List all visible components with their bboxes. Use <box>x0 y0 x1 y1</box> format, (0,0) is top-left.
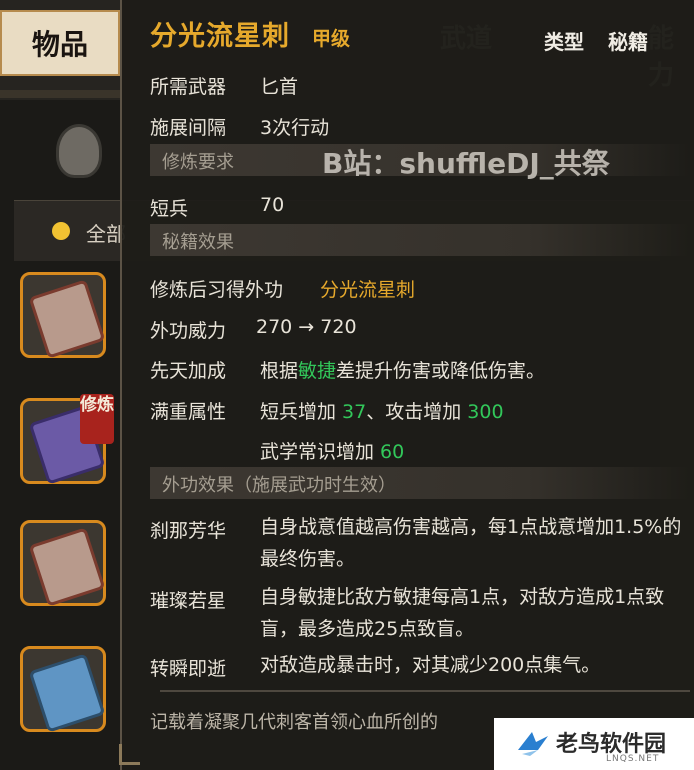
learn-value: 分光流星刺 <box>320 279 416 301</box>
full-line-1: 短兵增加 37、攻击增加 300 <box>260 397 504 424</box>
innate-text: 根据敏捷差提升伤害或降低伤害。 <box>260 356 545 383</box>
section-effects-label: 秘籍效果 <box>162 232 234 253</box>
effect-name: 刹那芳华 <box>150 520 227 542</box>
effect-name: 璀璨若星 <box>150 590 227 612</box>
learn-label: 修炼后习得外功 <box>150 279 284 301</box>
item-slot[interactable] <box>20 646 106 733</box>
tab-items[interactable]: 物品 <box>0 10 120 76</box>
section-effects: 秘籍效果 <box>150 224 690 256</box>
bag-icon <box>56 124 102 178</box>
weapon-label: 所需武器 <box>150 76 227 98</box>
req-value: 70 <box>260 194 285 216</box>
full-line-2: 武学常识增加 60 <box>260 437 404 464</box>
full-stat-a: 短兵增加 <box>260 401 343 423</box>
weapon-value: 匕首 <box>260 76 299 98</box>
section-external: 外功效果（施展武功时生效） <box>150 467 690 499</box>
manual-book-icon <box>28 279 106 359</box>
item-tooltip: 分光流星刺 甲级 类型 秘籍 所需武器 匕首 施展间隔 3次行动 修炼要求 B站… <box>119 0 694 770</box>
manual-book-icon <box>28 527 106 607</box>
item-slot[interactable] <box>20 520 106 607</box>
manual-book-icon <box>28 653 106 733</box>
logo-subtitle: LNQS.NET <box>606 754 660 764</box>
divider <box>160 690 690 692</box>
video-watermark: B站：shuffleDJ_共祭 <box>322 147 610 180</box>
item-slot[interactable] <box>20 272 106 359</box>
effect-text: 自身战意值越高伤害越高，每1点战意增加1.5%的最终伤害。 <box>260 516 682 570</box>
full-stat-c-value: 60 <box>380 441 405 463</box>
section-external-label: 外功效果（施展武功时生效） <box>162 475 396 496</box>
item-lore: 记载着凝聚几代刺客首领心血所创的 <box>150 712 438 733</box>
site-logo: 老鸟软件园 LNQS.NET <box>494 718 694 770</box>
power-label: 外功威力 <box>150 320 227 342</box>
interval-value: 3次行动 <box>260 117 330 139</box>
innate-stat: 敏捷 <box>298 360 337 382</box>
full-stat-a-value: 37 <box>342 401 367 423</box>
effect-text: 自身敏捷比敌方敏捷每高1点，对敌方造成1点致盲，最多造成25点致盲。 <box>260 586 665 640</box>
innate-prefix: 根据 <box>260 360 299 382</box>
interval-label: 施展间隔 <box>150 117 227 139</box>
full-stat-c: 武学常识增加 <box>260 441 381 463</box>
type-label: 类型 <box>544 30 584 54</box>
effect-name: 转瞬即逝 <box>150 658 227 680</box>
innate-suffix: 差提升伤害或降低伤害。 <box>336 360 546 382</box>
type-value: 秘籍 <box>608 30 648 54</box>
bird-logo-icon <box>518 732 548 756</box>
full-stat-b-value: 300 <box>467 401 504 423</box>
item-title: 分光流星刺 <box>150 21 290 52</box>
cultivate-badge: 修炼 <box>80 394 114 444</box>
item-grade: 甲级 <box>312 28 351 50</box>
tab-underline <box>0 90 120 98</box>
filter-all-radio[interactable] <box>52 222 70 240</box>
full-stat-b: 、攻击增加 <box>366 401 468 423</box>
section-requirements-label: 修炼要求 <box>162 152 234 173</box>
innate-label: 先天加成 <box>150 360 227 382</box>
effect-text: 对敌造成暴击时，对其减少200点集气。 <box>260 654 601 676</box>
frame-corner <box>119 744 140 765</box>
power-value: 270 → 720 <box>256 316 357 338</box>
req-label: 短兵 <box>150 198 189 220</box>
full-label: 满重属性 <box>150 401 227 423</box>
